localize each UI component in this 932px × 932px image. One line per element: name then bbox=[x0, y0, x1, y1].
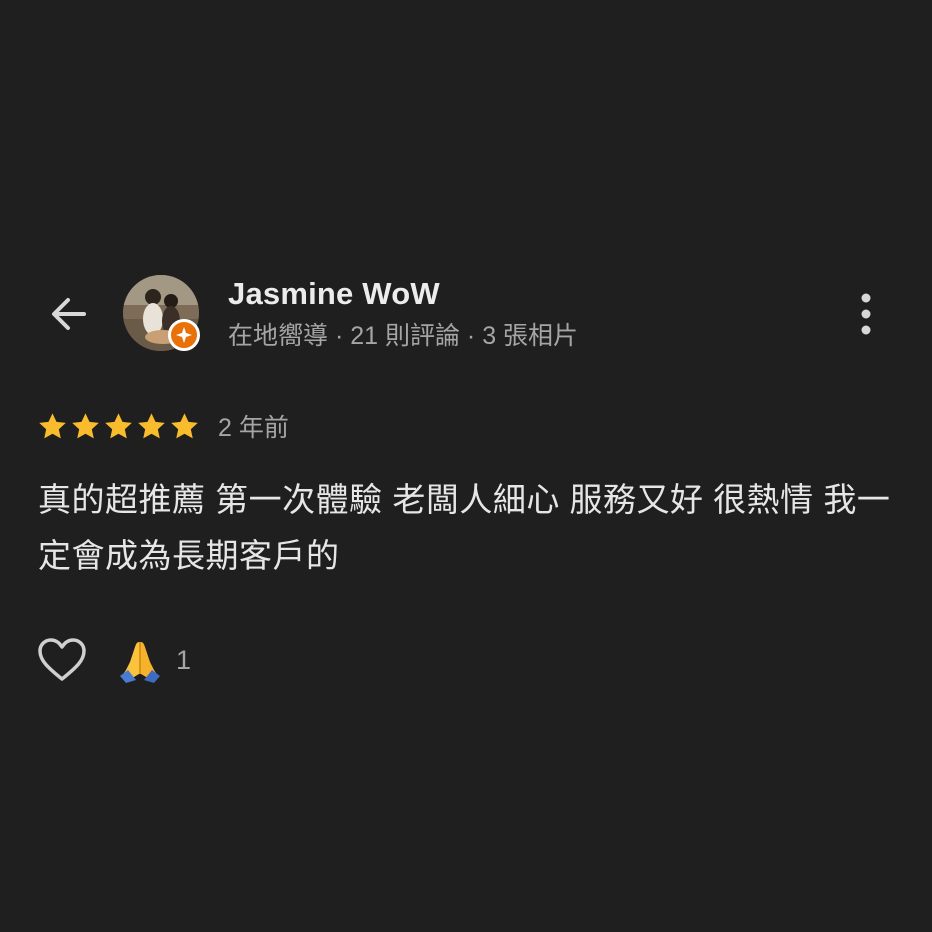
star-icon bbox=[171, 412, 198, 438]
rating-row: 2 年前 bbox=[37, 406, 289, 446]
local-guide-star-icon bbox=[176, 327, 192, 343]
arrow-left-icon bbox=[52, 298, 86, 330]
star-icon bbox=[39, 412, 66, 438]
star-icon bbox=[105, 412, 132, 438]
back-button[interactable] bbox=[40, 288, 96, 340]
like-button[interactable] bbox=[36, 634, 88, 686]
star-icon bbox=[138, 412, 165, 438]
reactions-bar: 1 bbox=[36, 632, 191, 688]
review-time: 2 年前 bbox=[218, 414, 289, 442]
star-icon bbox=[72, 412, 99, 438]
reviewer-meta: 在地嚮導 · 21 則評論 · 3 張相片 bbox=[228, 322, 579, 350]
star-rating bbox=[37, 411, 202, 442]
reviewer-name[interactable]: Jasmine WoW bbox=[228, 276, 440, 312]
review-text: 真的超推薦 第一次體驗 老闆人細心 服務又好 很熱情 我一定會成為長期客戶的 bbox=[38, 481, 891, 574]
pray-reaction[interactable]: 1 bbox=[116, 636, 191, 684]
pray-reaction-count: 1 bbox=[176, 644, 192, 675]
heart-outline-icon bbox=[38, 638, 86, 681]
folded-hands-icon bbox=[120, 642, 160, 683]
more-options-button[interactable] bbox=[844, 288, 888, 340]
more-vertical-icon bbox=[861, 293, 871, 335]
local-guide-badge bbox=[168, 319, 200, 351]
review-header: Jasmine WoW 在地嚮導 · 21 則評論 · 3 張相片 bbox=[0, 270, 932, 360]
